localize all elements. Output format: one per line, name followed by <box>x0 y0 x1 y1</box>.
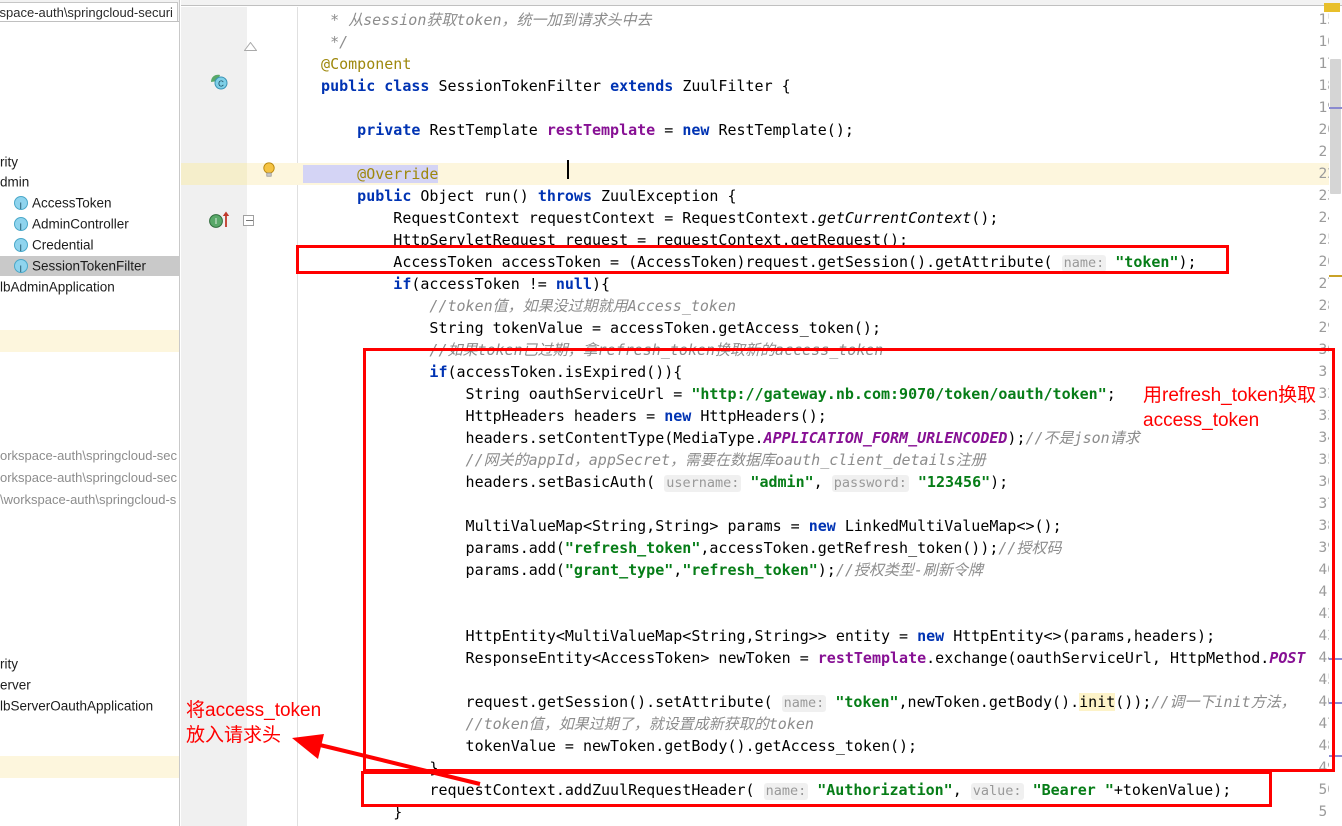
project-tree-item-label: lbAdminApplication <box>0 279 115 295</box>
code-token: RestTemplate(); <box>718 121 854 139</box>
project-tree-item-label: rity <box>0 656 18 672</box>
code-line[interactable]: //token值，如果没过期就用Access_token <box>303 295 736 317</box>
code-line[interactable]: @Component <box>303 53 411 75</box>
class-icon <box>14 217 28 237</box>
code-token: public class <box>303 77 439 95</box>
code-line[interactable]: @Override <box>303 163 439 185</box>
code-token: private <box>303 121 430 139</box>
project-tree-item[interactable]: rity <box>0 152 179 172</box>
code-token: @Component <box>303 55 412 73</box>
code-line[interactable]: public class SessionTokenFilter extends … <box>303 75 791 97</box>
project-tree-item[interactable]: Credential <box>0 235 179 258</box>
code-token: @Override <box>303 165 439 183</box>
fold-minus-icon[interactable] <box>243 215 254 226</box>
scrollbar-marker[interactable] <box>1329 107 1342 109</box>
code-token: if <box>303 275 412 293</box>
code-token: SessionTokenFilter <box>438 77 611 95</box>
project-tree-item-label: dmin <box>0 174 30 190</box>
scrollbar-marker[interactable] <box>1329 275 1342 277</box>
code-token: restTemplate <box>546 121 656 139</box>
code-token: 从session获取token，统一加到请求头中去 <box>348 11 652 29</box>
project-path-item: orkspace-auth\springcloud-sec <box>0 470 178 485</box>
class-icon <box>14 196 28 216</box>
project-tree-item[interactable]: AccessToken <box>0 193 179 216</box>
project-tree-item[interactable]: AdminController <box>0 214 179 237</box>
project-tree-item-label: AdminController <box>32 216 129 232</box>
code-line[interactable]: RequestContext requestContext = RequestC… <box>303 207 998 229</box>
code-token: null <box>555 275 592 293</box>
code-token: RestTemplate <box>429 121 547 139</box>
intention-bulb-icon[interactable] <box>262 162 275 177</box>
code-token: extends <box>610 77 683 95</box>
highlight-box-authorization-line <box>361 771 1272 807</box>
project-path-item: orkspace-auth\springcloud-sec <box>0 448 178 463</box>
code-token: public <box>303 187 421 205</box>
project-row-highlight-upper <box>0 330 179 352</box>
code-line[interactable]: if(accessToken != null){ <box>303 273 610 295</box>
project-tree-item-label: erver <box>0 677 31 693</box>
project-tree-item[interactable]: SessionTokenFilter <box>0 256 179 279</box>
code-line[interactable]: private RestTemplate restTemplate = new … <box>303 119 854 141</box>
override-method-icon[interactable]: I <box>208 211 230 228</box>
code-token: ZuulException { <box>601 187 737 205</box>
project-tree-item-label: AccessToken <box>32 195 112 211</box>
code-token: (); <box>971 209 999 227</box>
project-tree-item-label: rity <box>0 154 18 170</box>
fold-arrow-up-icon[interactable] <box>243 36 258 51</box>
code-token: getCurrentContext <box>817 209 972 227</box>
code-token: //token值，如果没过期就用Access_token <box>303 297 737 315</box>
project-tree-item[interactable]: lbServerOauthApplication <box>0 696 179 716</box>
svg-text:I: I <box>215 217 217 226</box>
project-tree-item-label: lbServerOauthApplication <box>0 698 154 714</box>
class-marker-icon: C <box>209 73 228 90</box>
project-tab-label[interactable]: kspace-auth\springcloud-securi <box>0 2 178 21</box>
code-token: (accessToken != <box>411 275 556 293</box>
code-token: throws <box>537 187 602 205</box>
current-line-number-band <box>181 163 247 185</box>
project-tree-item[interactable]: rity <box>0 654 179 674</box>
project-tree-item-label: Credential <box>32 237 94 253</box>
annotation-refresh-token: 用refresh_token换取 access_token <box>1143 385 1317 431</box>
ide-window: kspace-auth\springcloud-securi ritydminA… <box>0 0 1342 826</box>
code-token: * <box>303 11 349 29</box>
inspection-status-chip[interactable] <box>1324 3 1340 12</box>
code-token: */ <box>303 33 349 51</box>
project-path-item: \workspace-auth\springcloud-s <box>0 492 177 507</box>
project-tree-item[interactable]: dmin <box>0 172 179 192</box>
project-row-highlight-lower <box>0 756 179 778</box>
project-tree-item-label: SessionTokenFilter <box>32 258 147 274</box>
project-tree-item[interactable]: lbAdminApplication <box>0 277 179 297</box>
code-line[interactable]: public Object run() throws ZuulException… <box>303 185 737 207</box>
highlight-box-access-token-line <box>296 245 1229 274</box>
scrollbar-thumb[interactable] <box>1330 59 1341 194</box>
code-token: new <box>682 121 719 139</box>
code-token: = <box>655 121 683 139</box>
annotation-arrow-icon <box>280 726 490 788</box>
code-line[interactable]: * 从session获取token，统一加到请求头中去 <box>303 9 652 31</box>
editor-tabstrip <box>181 0 1342 6</box>
code-token: ){ <box>592 275 611 293</box>
class-icon <box>14 259 28 279</box>
text-caret <box>567 160 569 179</box>
svg-text:C: C <box>218 80 224 89</box>
code-token: String tokenValue = accessToken.getAcces… <box>303 319 881 337</box>
code-line[interactable]: String tokenValue = accessToken.getAcces… <box>303 317 881 339</box>
code-line[interactable]: */ <box>303 31 348 53</box>
code-token: ZuulFilter { <box>682 77 791 95</box>
project-tree-item[interactable]: erver <box>0 675 179 695</box>
code-token: Object run() <box>420 187 538 205</box>
code-token: RequestContext requestContext = RequestC… <box>303 209 818 227</box>
class-icon <box>14 238 28 258</box>
project-panel[interactable]: kspace-auth\springcloud-securi ritydminA… <box>0 0 180 826</box>
